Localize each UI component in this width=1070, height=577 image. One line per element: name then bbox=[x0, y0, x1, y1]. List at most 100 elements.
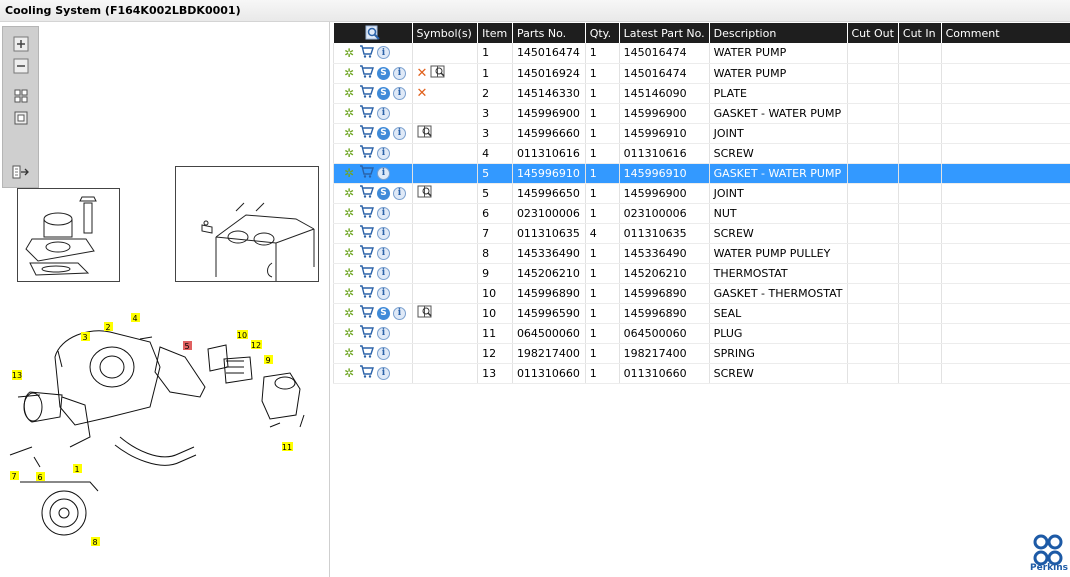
diagram-pane[interactable]: 13 2 3 4 5 6 7 8 9 10 11 12 1 bbox=[0, 22, 330, 577]
table-row[interactable]: ✲ i 10 145996890 1 145996890 GASKET - THERMOST… bbox=[333, 283, 1070, 304]
gear-icon[interactable]: ✲ bbox=[342, 187, 356, 199]
info-icon[interactable]: i bbox=[377, 226, 390, 240]
export-icon[interactable] bbox=[12, 163, 30, 181]
gear-icon[interactable]: ✲ bbox=[342, 67, 356, 79]
table-row[interactable]: ✲ Si ✕ 2 145146330 1 145146090 PLATE bbox=[333, 83, 1070, 104]
callout-12[interactable]: 12 bbox=[251, 341, 261, 350]
callout-2[interactable]: 2 bbox=[105, 323, 110, 332]
fit-window-icon[interactable] bbox=[12, 109, 30, 127]
info-icon[interactable]: i bbox=[377, 266, 390, 280]
cart-icon[interactable] bbox=[359, 125, 374, 141]
supersession-icon[interactable]: S bbox=[377, 306, 390, 320]
exploded-parts-diagram[interactable]: 13 2 3 4 5 6 7 8 9 10 11 12 1 bbox=[0, 297, 330, 557]
gear-icon[interactable]: ✲ bbox=[342, 147, 356, 159]
column-header-latest-part-no[interactable]: Latest Part No. bbox=[618, 23, 710, 43]
column-header-actions[interactable] bbox=[333, 23, 413, 43]
table-row[interactable]: ✲ i 1 145016474 1 145016474 WATER PUMP bbox=[333, 43, 1070, 64]
callout-13[interactable]: 13 bbox=[12, 371, 22, 380]
cart-icon[interactable] bbox=[359, 85, 374, 101]
info-icon[interactable]: i bbox=[393, 66, 406, 80]
callout-9[interactable]: 9 bbox=[265, 356, 270, 365]
reference-book-icon[interactable] bbox=[417, 125, 433, 141]
callout-5[interactable]: 5 bbox=[184, 342, 189, 351]
info-icon[interactable]: i bbox=[393, 86, 406, 100]
gear-icon[interactable]: ✲ bbox=[342, 47, 356, 59]
info-icon[interactable]: i bbox=[377, 46, 390, 60]
zoom-in-icon[interactable] bbox=[12, 35, 30, 53]
cart-icon[interactable] bbox=[359, 65, 374, 81]
info-icon[interactable]: i bbox=[393, 186, 406, 200]
zoom-out-icon[interactable] bbox=[12, 57, 30, 75]
table-row[interactable]: ✲ i 13 011310660 1 011310660 SCREW bbox=[333, 363, 1070, 384]
table-row[interactable]: ✲ i 8 145336490 1 145336490 WATER PUMP PULLEY bbox=[333, 243, 1070, 264]
cart-icon[interactable] bbox=[359, 325, 374, 341]
cart-icon[interactable] bbox=[359, 285, 374, 301]
table-row[interactable]: ✲ i 7 011310635 4 011310635 SCREW bbox=[333, 223, 1070, 244]
column-header-symbols[interactable]: Symbol(s) bbox=[411, 23, 478, 43]
column-header-comment[interactable]: Comment bbox=[940, 23, 1070, 43]
cart-icon[interactable] bbox=[359, 345, 374, 361]
table-row[interactable]: ✲ i 11 064500060 1 064500060 PLUG bbox=[333, 323, 1070, 344]
callout-8[interactable]: 8 bbox=[92, 538, 97, 547]
supersession-icon[interactable]: S bbox=[377, 86, 390, 100]
cart-icon[interactable] bbox=[359, 105, 374, 121]
gear-icon[interactable]: ✲ bbox=[342, 107, 356, 119]
info-icon[interactable]: i bbox=[377, 106, 390, 120]
table-row[interactable]: ✲ i 4 011310616 1 011310616 SCREW bbox=[333, 143, 1070, 164]
gear-icon[interactable]: ✲ bbox=[342, 87, 356, 99]
column-header-qty[interactable]: Qty. bbox=[584, 23, 620, 43]
column-header-item[interactable]: Item bbox=[477, 23, 513, 43]
cart-icon[interactable] bbox=[359, 45, 374, 61]
cart-icon[interactable] bbox=[359, 245, 374, 261]
gear-icon[interactable]: ✲ bbox=[342, 367, 356, 379]
gear-icon[interactable]: ✲ bbox=[342, 347, 356, 359]
supersession-icon[interactable]: S bbox=[377, 66, 390, 80]
info-icon[interactable]: i bbox=[377, 146, 390, 160]
table-row[interactable]: ✲ i 3 145996900 1 145996900 GASKET - WATER PUM… bbox=[333, 103, 1070, 124]
info-icon[interactable]: i bbox=[377, 286, 390, 300]
info-icon[interactable]: i bbox=[393, 126, 406, 140]
callout-10[interactable]: 10 bbox=[237, 331, 247, 340]
callout-7[interactable]: 7 bbox=[11, 472, 16, 481]
reference-book-icon[interactable] bbox=[430, 65, 446, 81]
callout-1[interactable]: 1 bbox=[74, 465, 79, 474]
table-row[interactable]: ✲ i 5 145996910 1 145996910 GASKET - WATER PUM… bbox=[333, 163, 1070, 184]
gear-icon[interactable]: ✲ bbox=[342, 227, 356, 239]
table-row[interactable]: ✲ i 12 198217400 1 198217400 SPRING bbox=[333, 343, 1070, 364]
column-header-parts-no[interactable]: Parts No. bbox=[511, 23, 586, 43]
callout-3[interactable]: 3 bbox=[82, 333, 87, 342]
table-row[interactable]: ✲ Si 10 145996590 1 145996890 SEAL bbox=[333, 303, 1070, 324]
gear-icon[interactable]: ✲ bbox=[342, 207, 356, 219]
info-icon[interactable]: i bbox=[377, 246, 390, 260]
column-header-description[interactable]: Description bbox=[708, 23, 847, 43]
gear-icon[interactable]: ✲ bbox=[342, 327, 356, 339]
table-row[interactable]: ✲ i 9 145206210 1 145206210 THERMOSTAT bbox=[333, 263, 1070, 284]
gear-icon[interactable]: ✲ bbox=[342, 287, 356, 299]
callout-11[interactable]: 11 bbox=[282, 443, 292, 452]
cart-icon[interactable] bbox=[359, 145, 374, 161]
table-row[interactable]: ✲ Si 3 145996660 1 145996910 JOINT bbox=[333, 123, 1070, 144]
cart-icon[interactable] bbox=[359, 305, 374, 321]
cart-icon[interactable] bbox=[359, 205, 374, 221]
supersession-icon[interactable]: S bbox=[377, 126, 390, 140]
cart-icon[interactable] bbox=[359, 265, 374, 281]
reference-book-icon[interactable] bbox=[417, 305, 433, 321]
gear-icon[interactable]: ✲ bbox=[342, 127, 356, 139]
table-row[interactable]: ✲ Si ✕ 1 145016924 1 145016474 WATER PUMP bbox=[333, 63, 1070, 84]
callout-6[interactable]: 6 bbox=[37, 473, 42, 482]
info-icon[interactable]: i bbox=[393, 306, 406, 320]
supersession-icon[interactable]: S bbox=[377, 186, 390, 200]
table-row[interactable]: ✲ Si 5 145996650 1 145996900 JOINT bbox=[333, 183, 1070, 204]
column-header-cut-out[interactable]: Cut Out bbox=[846, 23, 899, 43]
gear-icon[interactable]: ✲ bbox=[342, 307, 356, 319]
callout-4[interactable]: 4 bbox=[132, 314, 137, 323]
cart-icon[interactable] bbox=[359, 225, 374, 241]
info-icon[interactable]: i bbox=[377, 326, 390, 340]
thumbnail-engine-block[interactable] bbox=[175, 166, 319, 282]
cart-icon[interactable] bbox=[359, 185, 374, 201]
info-icon[interactable]: i bbox=[377, 346, 390, 360]
fit-all-icon[interactable] bbox=[12, 87, 30, 105]
cart-icon[interactable] bbox=[359, 365, 374, 381]
table-row[interactable]: ✲ i 6 023100006 1 023100006 NUT bbox=[333, 203, 1070, 224]
info-icon[interactable]: i bbox=[377, 206, 390, 220]
